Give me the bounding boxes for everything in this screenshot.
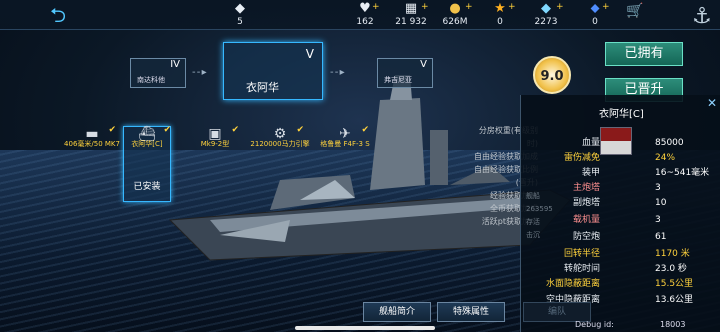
add-gold-icon[interactable]: + [465,2,473,12]
tree-arrow-icon: - - ▸ [330,67,345,78]
owned-button[interactable]: 已拥有 [605,42,683,66]
debug-label: Debug id: [575,320,614,329]
stat-row: 水面隐蔽距离 15.5公里 [545,279,694,289]
stat-row: 血量 85000 [581,138,684,148]
star-icon: ★ [494,1,506,16]
add-hearts-icon[interactable]: + [372,2,380,12]
debug-id-value: 18003 [660,320,686,329]
panel-title: 衣阿华[C] [599,109,644,120]
add-silver-icon[interactable]: + [421,2,429,12]
home-indicator [295,326,435,330]
add-diamond-icon[interactable]: + [556,2,564,12]
shop-cart-icon[interactable]: 🛒 [610,4,660,20]
tech-node-next[interactable]: V 弗吉尼亚 [377,58,433,88]
stat-row: 载机量 3 [572,215,661,225]
rank-badge-icon: ◆ [235,1,245,16]
rating-score: 9.0 [533,56,571,94]
add-gem-icon[interactable]: + [602,2,610,12]
back-arrow-icon[interactable]: ⮌ [44,4,72,26]
installed-label: 已安装 [133,182,161,192]
module-slot-engine[interactable]: ✔ ⚙ 2120000马力引擎 [250,126,310,176]
stat-row: 主炮塔 3 [572,183,661,193]
stat-row: 副炮塔 10 [572,198,667,208]
star-resource[interactable]: ★ 0 [475,1,525,27]
close-icon[interactable]: ✕ [705,96,719,110]
stat-row: 防空炮 61 [572,232,667,242]
rank-resource[interactable]: ◆ 5 [215,1,265,27]
module-slot-fire-control[interactable]: ✔ ▣ Mk9-2型 [185,126,245,176]
hearts-resource[interactable]: ♥ 162 [340,1,390,27]
tab-fleet[interactable]: 编队 [523,302,591,322]
module-slot-plane[interactable]: ✔ ✈ 格鲁曼 F4F-3 S [315,126,375,176]
tree-arrow-icon: - - ▸ [192,67,207,78]
stat-row: 装甲 16~541毫米 [581,168,710,178]
stat-row: 回转半径 1170 米 [563,249,690,259]
tab-ship-intro[interactable]: 舰船简介 [363,302,431,322]
anchor-settings-icon[interactable]: ⚓ [685,0,719,34]
stat-row: 转舵时间 23.0 秒 [563,264,687,274]
add-star-icon[interactable]: + [508,2,516,12]
tech-node-current[interactable]: V 衣阿华 [223,42,323,100]
tab-special-attributes[interactable]: 特殊属性 [437,302,505,322]
module-slot-gun[interactable]: ✔ ▬ 406毫米/50 MK7 [62,126,122,176]
heart-icon: ♥ [359,1,371,16]
stat-row: 雷伤减免 24% [563,153,676,163]
module-slot-hull[interactable]: ✔ ⛴ 衣阿华[C] [117,126,177,176]
tech-node-prev[interactable]: IV 南达科他 [130,58,186,88]
